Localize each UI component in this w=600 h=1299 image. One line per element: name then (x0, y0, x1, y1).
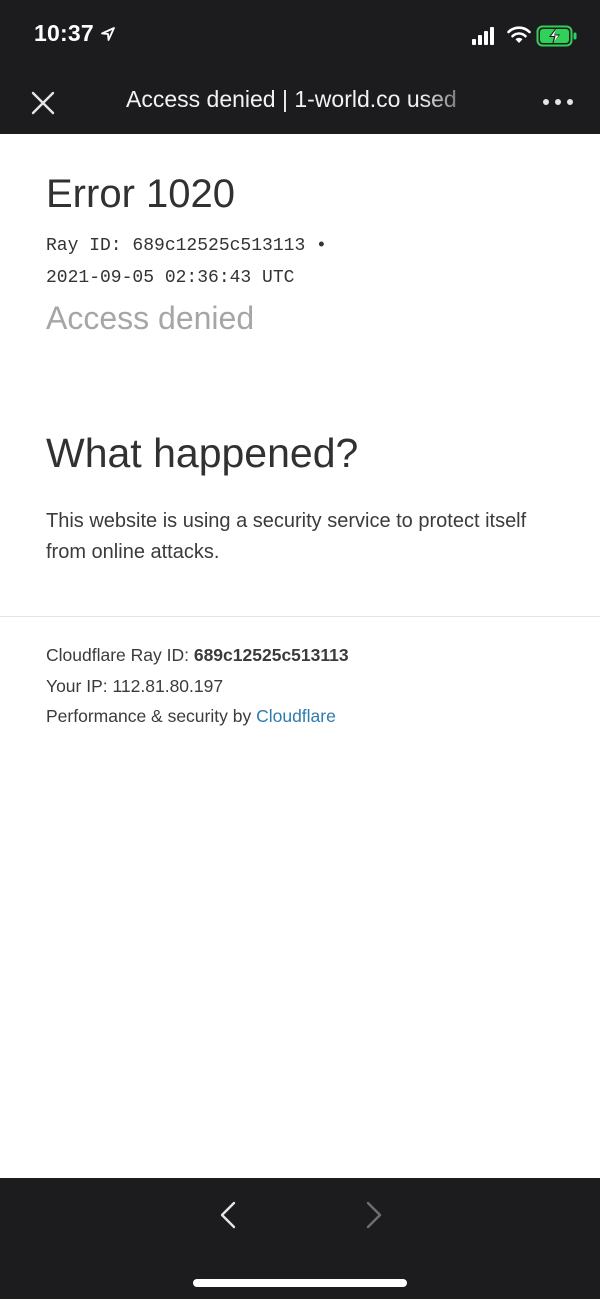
home-indicator[interactable] (193, 1279, 407, 1287)
footer-ip-value: 112.81.80.197 (112, 675, 224, 696)
back-icon[interactable] (214, 1198, 242, 1232)
divider (0, 616, 600, 617)
cellular-signal-icon (472, 27, 494, 45)
browser-header: Access denied | 1-world.co used (0, 72, 600, 134)
footer-performance: Performance & security by Cloudflare (46, 701, 349, 732)
ray-id-line: Ray ID: 689c12525c513113 • (46, 236, 327, 256)
footer-ip: Your IP: 112.81.80.197 (46, 671, 349, 702)
battery-charging-icon (536, 25, 577, 47)
what-happened-heading: What happened? (46, 430, 359, 476)
footer-ray-id: Cloudflare Ray ID: 689c12525c513113 (46, 640, 349, 671)
footer-perf-label: Performance & security by (46, 706, 257, 726)
timestamp-line: 2021-09-05 02:36:43 UTC (46, 268, 295, 288)
browser-page-title: Access denied | 1-world.co used (126, 86, 457, 112)
status-time: 10:37 (34, 20, 94, 46)
status-bar: 10:37 (0, 0, 600, 72)
wifi-icon (507, 26, 531, 43)
close-icon[interactable] (28, 88, 58, 118)
error-subtitle: Access denied (46, 300, 255, 336)
forward-icon[interactable] (360, 1198, 388, 1232)
bottom-toolbar (0, 1178, 600, 1299)
what-happened-text: This website is using a security service… (46, 510, 527, 563)
footer-ip-label: Your IP: (46, 675, 113, 696)
error-footer: Cloudflare Ray ID: 689c12525c513113 Your… (46, 640, 349, 732)
error-title: Error 1020 (46, 172, 235, 216)
cloudflare-link[interactable]: Cloudflare (256, 706, 336, 726)
more-options-icon[interactable] (540, 94, 576, 110)
footer-ray-label: Cloudflare Ray ID: (46, 645, 194, 665)
footer-ray-value: 689c12525c513113 (193, 645, 349, 665)
location-arrow-icon (101, 27, 115, 41)
